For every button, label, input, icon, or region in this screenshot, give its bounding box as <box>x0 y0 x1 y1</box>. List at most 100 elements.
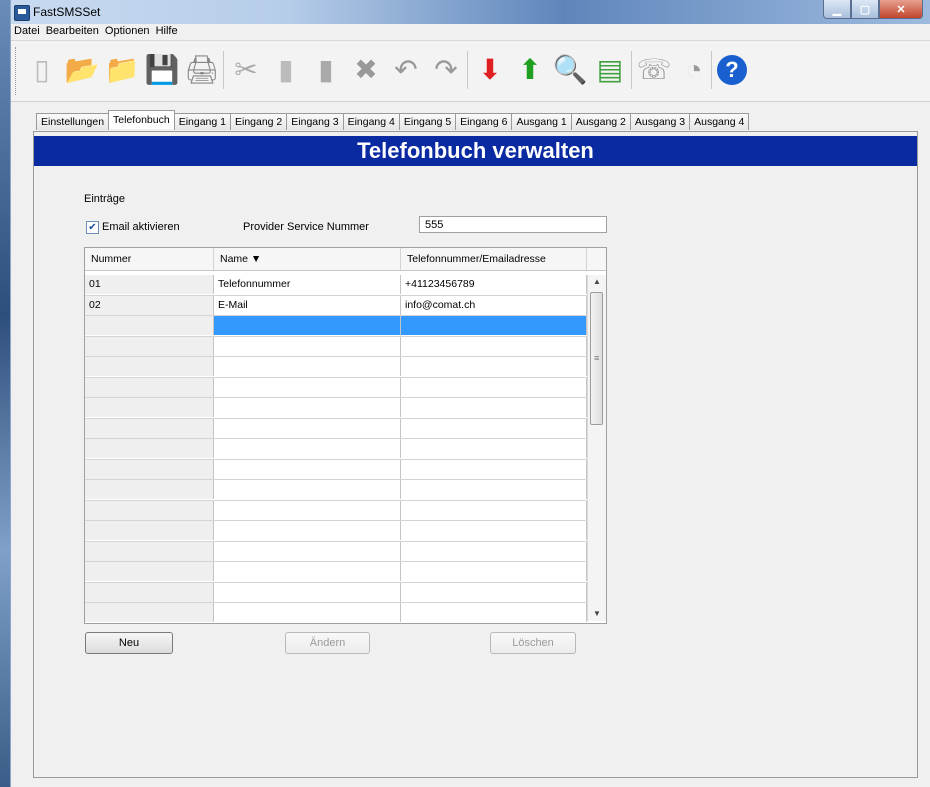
menu-datei[interactable]: Datei <box>11 24 43 40</box>
cell-telefon-email[interactable] <box>401 603 587 622</box>
cell-telefon-email[interactable] <box>401 624 587 625</box>
undo-icon[interactable]: ↶ <box>389 53 423 87</box>
menu-optionen[interactable]: Optionen <box>102 24 153 40</box>
table-row[interactable] <box>85 562 587 583</box>
title-bar[interactable]: FastSMSSet ▁ ▢ ✕ <box>11 0 930 24</box>
cell-telefon-email[interactable] <box>401 541 587 561</box>
close-button[interactable]: ✕ <box>879 0 923 19</box>
edit-button[interactable]: Ändern <box>285 632 370 654</box>
cell-nummer[interactable] <box>85 541 214 561</box>
column-header-telefon-email[interactable]: Telefonnummer/Emailadresse <box>401 248 587 270</box>
minimize-button[interactable]: ▁ <box>823 0 851 19</box>
tab-ausgang-3[interactable]: Ausgang 3 <box>629 113 691 130</box>
table-row[interactable] <box>85 357 587 378</box>
search-icon[interactable]: 🔍 <box>553 53 588 87</box>
cell-telefon-email[interactable]: info@comat.ch <box>401 295 587 315</box>
tab-ausgang-2[interactable]: Ausgang 2 <box>570 113 631 130</box>
tab-ausgang-4[interactable]: Ausgang 4 <box>689 113 750 130</box>
help-icon[interactable]: ? <box>717 55 747 85</box>
download-arrow-icon[interactable]: ⬇ <box>473 53 507 87</box>
tab-eingang-1[interactable]: Eingang 1 <box>173 113 231 130</box>
cell-telefon-email[interactable] <box>401 459 587 479</box>
cell-name[interactable] <box>214 439 401 458</box>
maximize-button[interactable]: ▢ <box>851 0 879 19</box>
device-icon[interactable]: ▤ <box>593 53 627 87</box>
column-header-name[interactable]: Name ▼ <box>214 248 401 270</box>
table-scrollbar[interactable]: ▲ ≡ ▼ <box>587 275 606 621</box>
cell-name[interactable] <box>214 418 401 438</box>
table-row[interactable] <box>85 480 587 501</box>
cell-nummer[interactable] <box>85 521 214 540</box>
cell-name[interactable] <box>214 603 401 622</box>
cell-nummer[interactable] <box>85 377 214 397</box>
cell-nummer[interactable] <box>85 603 214 622</box>
cell-nummer[interactable] <box>85 500 214 520</box>
save-icon[interactable]: 💾 <box>145 53 180 87</box>
cell-nummer[interactable] <box>85 336 214 356</box>
tab-eingang-6[interactable]: Eingang 6 <box>455 113 513 130</box>
scroll-down-icon[interactable]: ▼ <box>588 607 606 621</box>
cell-telefon-email[interactable] <box>401 357 587 376</box>
cell-name[interactable] <box>214 336 401 356</box>
table-row[interactable] <box>85 624 587 625</box>
cell-nummer[interactable] <box>85 439 214 458</box>
cell-name[interactable] <box>214 624 401 625</box>
table-row[interactable] <box>85 500 587 521</box>
tab-eingang-5[interactable]: Eingang 5 <box>398 113 457 130</box>
cell-telefon-email[interactable] <box>401 562 587 581</box>
phone-icon[interactable]: ☏ <box>637 53 672 87</box>
cell-name[interactable] <box>214 541 401 561</box>
paste-icon[interactable]: ▮ <box>309 53 343 87</box>
cell-nummer[interactable]: 02 <box>85 295 214 315</box>
toolbar-grip[interactable] <box>15 47 19 95</box>
tab-telefonbuch[interactable]: Telefonbuch <box>108 110 175 129</box>
redo-icon[interactable]: ↷ <box>429 53 463 87</box>
cell-name[interactable] <box>214 398 401 417</box>
menu-hilfe[interactable]: Hilfe <box>153 24 181 40</box>
cell-nummer[interactable] <box>85 459 214 479</box>
cell-nummer[interactable] <box>85 562 214 581</box>
table-row[interactable] <box>85 336 587 357</box>
folder-up-icon[interactable]: 📁 <box>105 53 140 87</box>
email-activate-checkbox[interactable]: ✔ <box>86 221 99 234</box>
table-row[interactable] <box>85 541 587 562</box>
cell-name[interactable]: Telefonnummer <box>214 275 401 294</box>
table-row[interactable] <box>85 439 587 460</box>
copy-icon[interactable]: ▮ <box>269 53 303 87</box>
cell-telefon-email[interactable] <box>401 377 587 397</box>
cell-nummer[interactable] <box>85 582 214 602</box>
call-icon[interactable]: ◔ <box>677 53 711 87</box>
table-row[interactable] <box>85 398 587 419</box>
cell-nummer[interactable] <box>85 357 214 376</box>
cell-name[interactable] <box>214 377 401 397</box>
delete-icon[interactable]: ✖ <box>349 53 383 87</box>
cell-name[interactable] <box>214 316 401 335</box>
cell-telefon-email[interactable] <box>401 480 587 499</box>
table-row[interactable] <box>85 603 587 623</box>
column-header-nummer[interactable]: Nummer <box>85 248 214 270</box>
cell-name[interactable] <box>214 500 401 520</box>
table-row[interactable] <box>85 377 587 398</box>
cell-nummer[interactable] <box>85 398 214 417</box>
tab-einstellungen[interactable]: Einstellungen <box>36 113 110 130</box>
cut-icon[interactable]: ✂ <box>229 53 263 87</box>
table-row[interactable] <box>85 521 587 542</box>
tab-ausgang-1[interactable]: Ausgang 1 <box>511 113 572 130</box>
cell-name[interactable]: E-Mail <box>214 295 401 315</box>
cell-name[interactable] <box>214 480 401 499</box>
cell-nummer[interactable] <box>85 624 214 625</box>
open-folder-icon[interactable]: 📂 <box>65 53 100 87</box>
scrollbar-thumb[interactable]: ≡ <box>590 292 603 425</box>
table-row[interactable]: 02 E-Mail info@comat.ch <box>85 295 587 316</box>
menu-bearbeiten[interactable]: Bearbeiten <box>43 24 102 40</box>
cell-telefon-email[interactable] <box>401 439 587 458</box>
scroll-up-icon[interactable]: ▲ <box>588 275 606 289</box>
cell-name[interactable] <box>214 357 401 376</box>
cell-telefon-email[interactable] <box>401 398 587 417</box>
cell-telefon-email[interactable] <box>401 582 587 602</box>
provider-service-input[interactable]: 555 <box>419 216 607 233</box>
tab-eingang-3[interactable]: Eingang 3 <box>286 113 344 130</box>
cell-nummer[interactable] <box>85 316 214 335</box>
upload-arrow-icon[interactable]: ⬆ <box>513 53 547 87</box>
table-row[interactable] <box>85 459 587 480</box>
